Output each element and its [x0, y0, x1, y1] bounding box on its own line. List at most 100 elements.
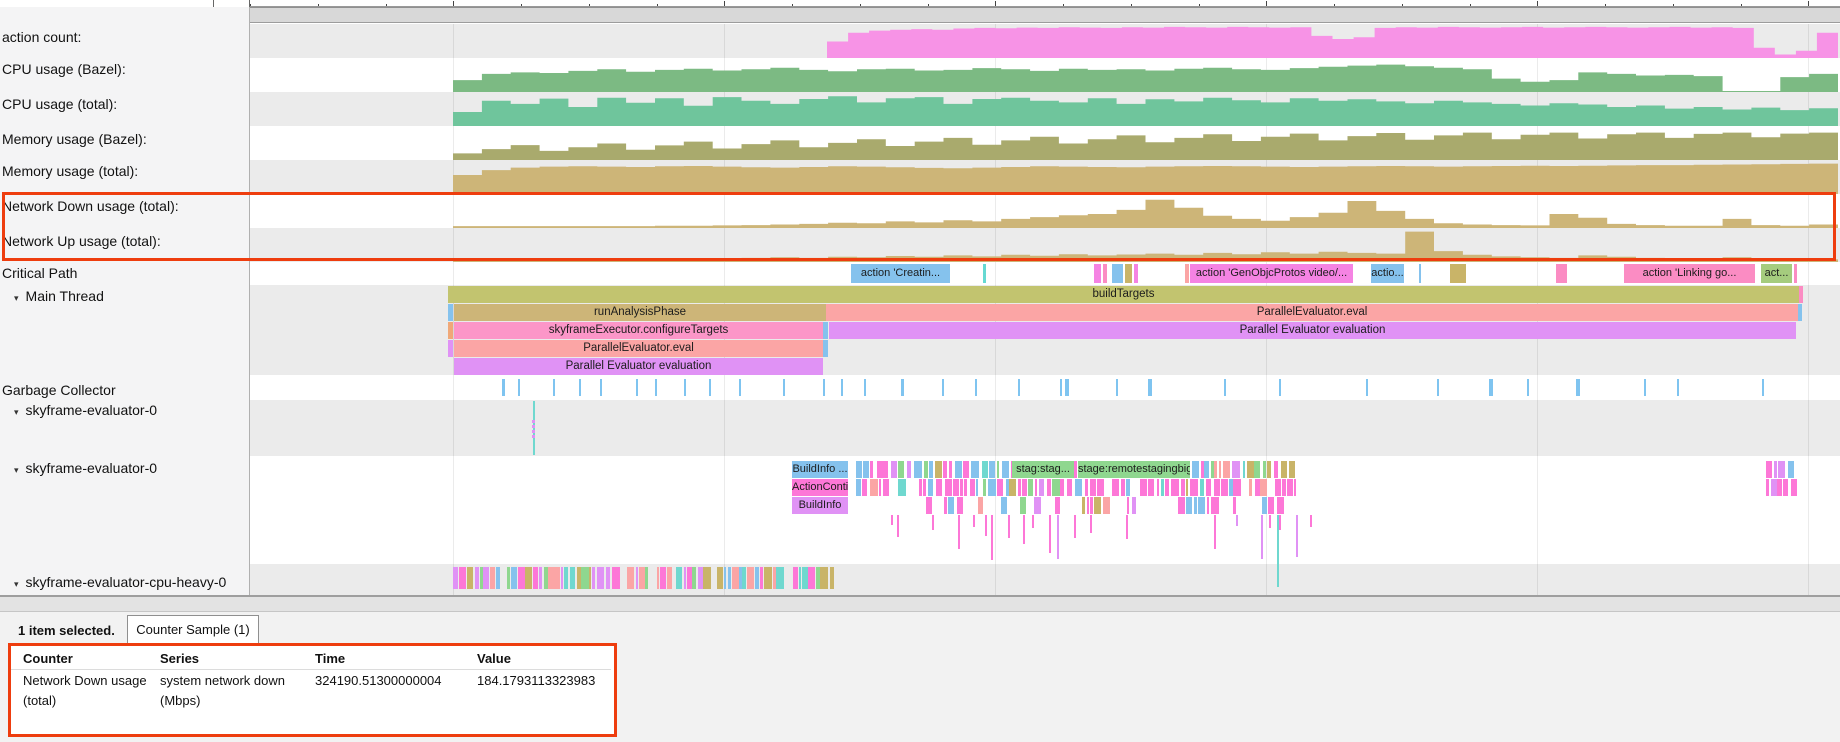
main-thread-slice[interactable]: [1798, 304, 1802, 321]
main-thread-slice[interactable]: buildTargets: [448, 286, 1799, 303]
slice: [914, 461, 922, 478]
slice: [525, 567, 532, 589]
main-thread-slice[interactable]: ParallelEvaluator.eval: [454, 340, 823, 357]
main-thread-slice[interactable]: [1799, 286, 1803, 303]
dangling-slice: [1126, 515, 1128, 539]
gc-tick: [1762, 379, 1764, 396]
sky2-slice[interactable]: stag:stag...: [1012, 461, 1074, 478]
critical-path-slice[interactable]: action 'Creatin...: [851, 264, 950, 283]
slice: [907, 461, 912, 478]
critical-path-slice[interactable]: [1556, 264, 1567, 283]
dangling-slice: [1032, 515, 1034, 528]
slice: [997, 479, 1003, 496]
gc-tick: [709, 379, 711, 396]
sky1-marker[interactable]: [533, 401, 535, 455]
slice: [692, 567, 697, 589]
main-thread-slice[interactable]: [823, 322, 828, 339]
dangling-slice: [897, 515, 899, 537]
counter-chart-memory-usage-total-[interactable]: [250, 160, 1840, 194]
main-thread-slice[interactable]: runAnalysisPhase: [454, 304, 826, 321]
critical-path-slice[interactable]: [1794, 264, 1797, 283]
critical-path-slice[interactable]: [1134, 264, 1138, 283]
gc-tick: [823, 379, 825, 396]
slice: [581, 567, 588, 589]
counter-chart-memory-usage-bazel-[interactable]: [250, 126, 1840, 160]
slice: [1067, 479, 1073, 496]
slice: [870, 479, 878, 496]
slice: [592, 567, 595, 589]
slice: [645, 567, 648, 589]
gc-tick: [684, 379, 686, 396]
slice: [923, 479, 926, 496]
critical-path-slice[interactable]: [1450, 264, 1466, 283]
critical-path-slice[interactable]: act...: [1761, 264, 1792, 283]
slice: [957, 497, 962, 514]
slice: [929, 461, 934, 478]
main-thread-slice[interactable]: [823, 340, 828, 357]
slice: [728, 567, 731, 589]
critical-path-slice[interactable]: action 'GenObjcProtos video/...: [1190, 264, 1353, 283]
critical-path-slice[interactable]: [1185, 264, 1189, 283]
counter-sample-table[interactable]: Counter Series Time Value Network Down u…: [8, 643, 617, 737]
slice: [808, 567, 815, 589]
tab-counter-sample[interactable]: Counter Sample (1): [127, 615, 259, 645]
slice: [676, 567, 682, 589]
time-ruler[interactable]: [0, 0, 1840, 7]
counter-chart-network-down-usage-total-[interactable]: [250, 194, 1840, 228]
slice: [597, 567, 605, 589]
counter-chart-cpu-usage-bazel-[interactable]: [250, 58, 1840, 92]
counter-chart-network-up-usage-total-[interactable]: [250, 228, 1840, 262]
dangling-slice: [1090, 515, 1092, 533]
sky2-slice[interactable]: BuildInfo ...: [792, 461, 848, 478]
dangling-slice: [1277, 515, 1279, 587]
gc-tick: [942, 379, 944, 396]
main-thread-slice[interactable]: [448, 304, 453, 321]
slice: [926, 497, 932, 514]
counter-chart-action-count[interactable]: [250, 24, 1840, 58]
slice: [944, 497, 947, 514]
gc-tick: [1677, 379, 1679, 396]
main-thread-slice[interactable]: [448, 322, 453, 339]
main-thread-slice[interactable]: Parallel Evaluator evaluation: [829, 322, 1796, 339]
slice: [1082, 497, 1085, 514]
sky2-slice[interactable]: ActionConti...: [792, 479, 848, 496]
process-header[interactable]: ▾Process 1: [0, 7, 1840, 23]
critical-path-slice[interactable]: [1112, 264, 1123, 283]
gc-tick: [1527, 379, 1529, 396]
sky2-slice[interactable]: BuildInfo: [792, 497, 848, 514]
critical-path-slice[interactable]: actio...: [1371, 264, 1404, 283]
critical-path-slice[interactable]: [1094, 264, 1101, 283]
critical-path-slice[interactable]: [983, 264, 986, 283]
critical-path-slice[interactable]: [1419, 264, 1421, 283]
counter-chart-cpu-usage-total-[interactable]: [250, 92, 1840, 126]
slice: [1783, 479, 1788, 496]
cell-counter: Network Down usage (total): [23, 671, 148, 711]
slice: [936, 479, 942, 496]
main-thread-slice[interactable]: skyframeExecutor.configureTargets: [454, 322, 823, 339]
gc-tick: [502, 379, 505, 396]
slice: [1287, 479, 1294, 496]
slice: [533, 567, 538, 589]
sky2-slice[interactable]: stage:remotestagingbigb.remot...: [1078, 461, 1190, 478]
gc-tick: [1018, 379, 1020, 396]
horizontal-scrollbar[interactable]: [0, 597, 1840, 612]
slice: [1094, 497, 1101, 514]
slice: [935, 461, 942, 478]
timeline-tracks[interactable]: action 'Creatin... action 'GenObjcProtos …: [0, 24, 1840, 595]
slice: [799, 567, 802, 589]
dangling-slice: [1057, 515, 1059, 559]
slice: [742, 567, 746, 589]
critical-path-slice[interactable]: action 'Linking go...: [1624, 264, 1755, 283]
slice: [1254, 461, 1260, 478]
main-thread-slice[interactable]: Parallel Evaluator evaluation: [454, 358, 823, 375]
slice: [1204, 461, 1209, 478]
slice: [1186, 479, 1188, 496]
critical-path-slice[interactable]: [1103, 264, 1107, 283]
critical-path-slice[interactable]: [1125, 264, 1132, 283]
main-thread-slice[interactable]: [448, 340, 453, 357]
slice: [1206, 479, 1211, 496]
main-thread-slice[interactable]: ParallelEvaluator.eval: [826, 304, 1798, 321]
slice: [1103, 497, 1110, 514]
slice: [898, 479, 906, 496]
dangling-slice: [1236, 515, 1238, 526]
